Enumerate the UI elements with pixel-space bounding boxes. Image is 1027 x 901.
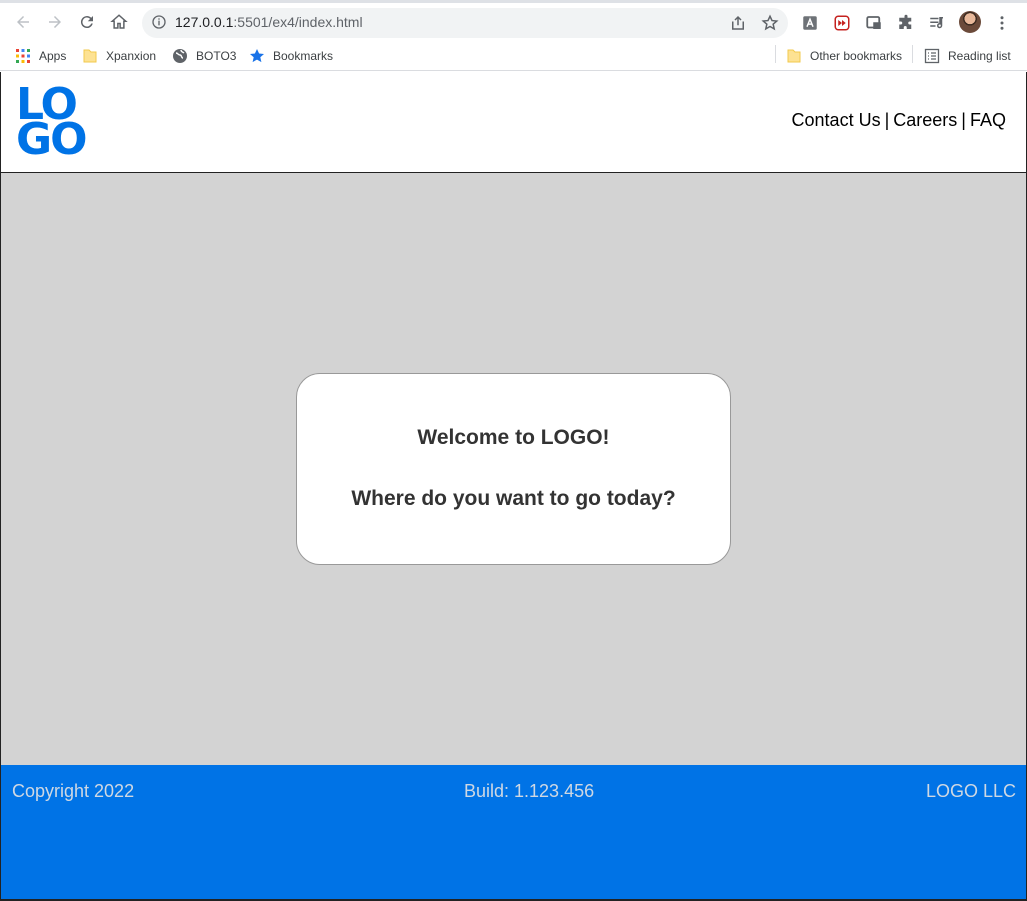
more-vertical-icon: [1000, 16, 1004, 30]
nav-careers[interactable]: Careers: [893, 110, 957, 130]
back-button[interactable]: [10, 9, 36, 35]
bookmark-boto3[interactable]: BOTO3: [172, 45, 236, 67]
reading-list-button[interactable]: Reading list: [924, 45, 1011, 67]
welcome-card: Welcome to LOGO! Where do you want to go…: [296, 373, 731, 565]
bookmark-other[interactable]: Other bookmarks: [786, 45, 902, 67]
nav-contact-us[interactable]: Contact Us: [792, 110, 881, 130]
star-icon: [250, 49, 264, 63]
nav-separator: |: [884, 110, 890, 130]
welcome-heading: Welcome to LOGO!: [417, 426, 610, 449]
home-icon: [110, 14, 128, 29]
reload-button[interactable]: [74, 9, 100, 35]
bookmark-star-icon[interactable]: [761, 14, 779, 32]
site-header: LO GO Contact Us | Careers | FAQ: [1, 72, 1026, 173]
web-page: LO GO Contact Us | Careers | FAQ Welcome to …: [0, 72, 1027, 901]
extension-media-button[interactable]: [833, 14, 851, 32]
header-nav: Contact Us | Careers | FAQ: [792, 110, 1006, 131]
extension-a-button[interactable]: [801, 14, 819, 32]
reading-list-icon: [924, 48, 940, 64]
browser-toolbar: 127.0.0.1:5501/ex4/index.html: [0, 0, 1027, 40]
nav-separator: |: [961, 110, 966, 130]
extension-a-icon: [803, 16, 817, 30]
bookmark-xpanxion[interactable]: Xpanxion: [82, 45, 156, 67]
home-button[interactable]: [106, 9, 132, 35]
playlist-music-icon: [930, 17, 943, 29]
url-text: 127.0.0.1:5501/ex4/index.html: [175, 14, 363, 30]
globe-icon: [173, 49, 187, 63]
media-control-button[interactable]: [928, 14, 946, 32]
reload-icon: [80, 16, 93, 29]
footer-company: LOGO LLC: [925, 781, 1016, 801]
bookmark-separator: [775, 45, 776, 63]
bookmarks-bar: Apps Xpanxion BOTO3 Bookmarks Other book…: [0, 40, 1027, 71]
address-bar[interactable]: 127.0.0.1:5501/ex4/index.html: [142, 8, 788, 38]
fast-forward-icon: [834, 15, 850, 31]
forward-button[interactable]: [42, 9, 68, 35]
back-arrow-icon: [17, 16, 29, 28]
footer-copyright: Copyright 2022: [12, 781, 135, 801]
folder-icon: [83, 49, 97, 63]
bookmark-bookmarks[interactable]: Bookmarks: [249, 45, 333, 67]
extension-tab-button[interactable]: [865, 14, 883, 32]
puzzle-icon: [899, 14, 912, 29]
main-content: Welcome to LOGO! Where do you want to go…: [1, 173, 1026, 765]
nav-faq[interactable]: FAQ: [970, 110, 1006, 130]
extensions-button[interactable]: [897, 14, 915, 32]
site-logo[interactable]: LO GO: [16, 83, 92, 162]
bookmark-separator: [912, 45, 913, 63]
browser-menu-button[interactable]: [993, 14, 1011, 32]
window-icon: [866, 16, 881, 29]
folder-icon: [787, 49, 801, 63]
footer-build: Build: 1.123.456: [464, 781, 595, 801]
welcome-prompt: Where do you want to go today?: [351, 487, 676, 510]
apps-grid-icon: [16, 49, 30, 63]
site-info-icon[interactable]: [151, 14, 167, 30]
forward-arrow-icon: [49, 16, 61, 28]
site-footer: Copyright 2022 Build: 1.123.456 LOGO LLC: [1, 765, 1026, 901]
share-icon[interactable]: [729, 14, 747, 32]
bookmark-apps[interactable]: Apps: [15, 45, 66, 67]
profile-avatar[interactable]: [959, 11, 981, 33]
